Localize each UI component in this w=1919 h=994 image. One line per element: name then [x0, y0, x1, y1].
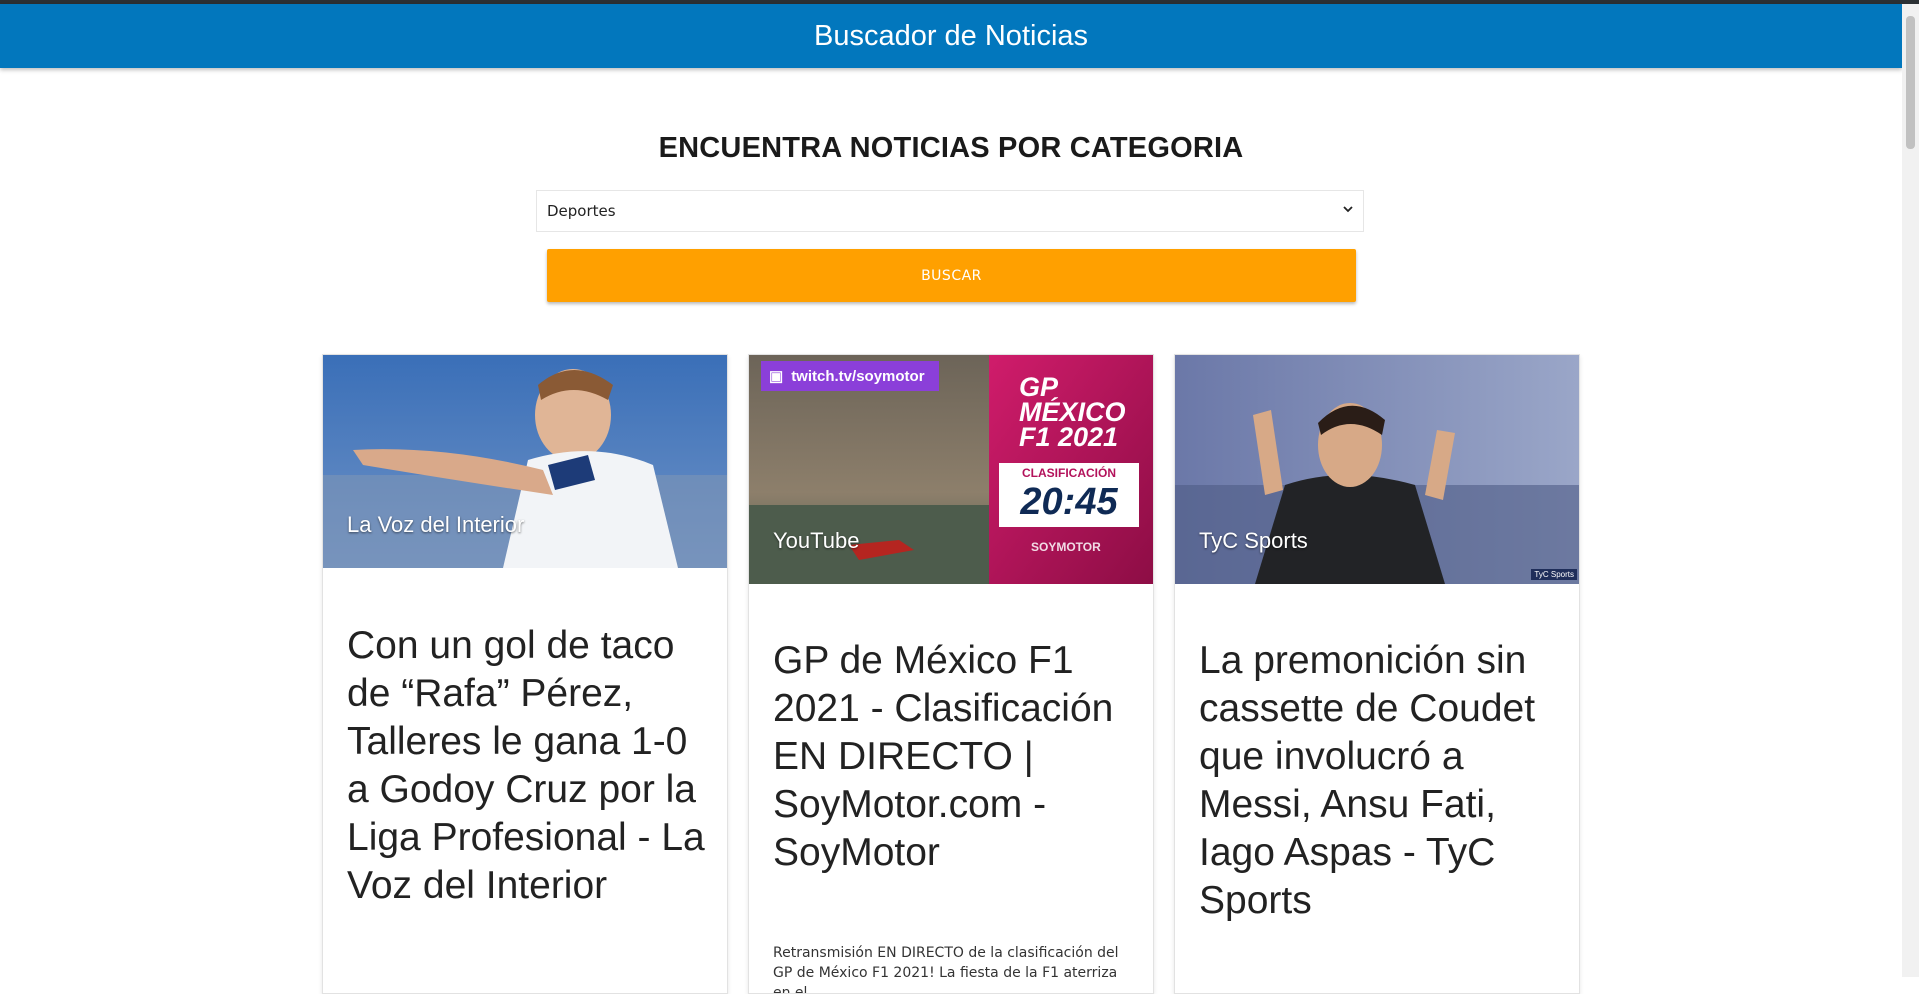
- search-heading: ENCUENTRA NOTICIAS POR CATEGORIA: [658, 132, 1244, 164]
- brand-logo: SOYMOTOR: [1031, 540, 1101, 554]
- news-card: TyC Sports TyC Sports La premonición sin…: [1174, 354, 1580, 994]
- app-title[interactable]: Buscador de Noticias: [814, 20, 1088, 53]
- category-select[interactable]: Deportes: [536, 190, 1364, 232]
- news-title[interactable]: La premonición sin cassette de Coudet qu…: [1199, 637, 1559, 925]
- news-source: TyC Sports: [1199, 528, 1308, 553]
- session-time: 20:45: [1020, 481, 1118, 523]
- news-source: YouTube: [773, 528, 860, 553]
- gp-line-3: F1 2021: [1019, 422, 1119, 452]
- watermark-logo: TyC Sports: [1531, 569, 1577, 580]
- news-card: La Voz del Interior Con un gol de taco d…: [322, 354, 728, 994]
- news-title[interactable]: GP de México F1 2021 - Clasificación EN …: [773, 637, 1133, 877]
- twitch-channel-badge: ▣ twitch.tv/soymotor: [761, 361, 939, 391]
- news-description: Retransmisión EN DIRECTO de la clasifica…: [773, 945, 1119, 994]
- app-bar: Buscador de Noticias: [0, 4, 1902, 68]
- search-button[interactable]: BUSCAR: [547, 249, 1356, 302]
- twitch-icon: ▣: [769, 368, 784, 385]
- news-source: La Voz del Interior: [347, 512, 525, 537]
- news-card: ▣ twitch.tv/soymotor GP MÉXICO F1 2021 C…: [748, 354, 1154, 994]
- chevron-down-icon: [1343, 202, 1353, 218]
- category-select-value: Deportes: [547, 202, 616, 220]
- news-title[interactable]: Con un gol de taco de “Rafa” Pérez, Tall…: [347, 622, 707, 910]
- scrollbar-thumb[interactable]: [1906, 16, 1915, 149]
- gp-title-graphic: GP MÉXICO F1 2021: [1019, 374, 1126, 452]
- session-label: CLASIFICACIÓN: [1022, 466, 1116, 480]
- twitch-channel-text: twitch.tv/soymotor: [791, 367, 925, 385]
- page-scrollbar[interactable]: [1902, 4, 1919, 977]
